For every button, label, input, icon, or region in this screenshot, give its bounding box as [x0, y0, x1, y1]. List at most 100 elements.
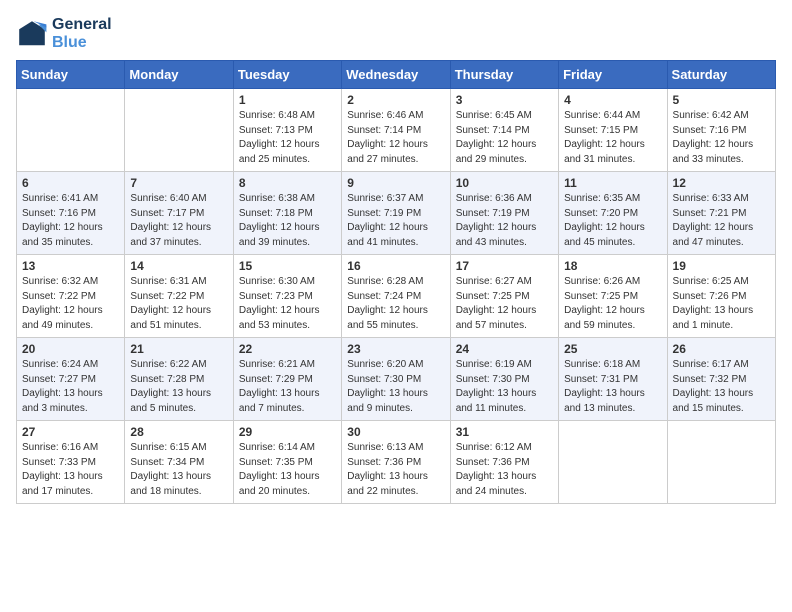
calendar-cell: 12Sunrise: 6:33 AM Sunset: 7:21 PM Dayli… [667, 172, 775, 255]
calendar-week-3: 13 Sunrise: 6:32 AM Sunset: 7:22 PM Dayli… [17, 255, 776, 338]
page-header: General Blue [16, 16, 776, 52]
day-info: Sunrise: 6:36 AM Sunset: 7:19 PM Dayligh… [456, 192, 553, 250]
day-info: Sunrise: 6:18 AM Sunset: 7:31 PM Dayligh… [564, 358, 661, 416]
calendar-cell: 30 Sunrise: 6:13 AM Sunset: 7:36 PM Dayli… [342, 421, 450, 504]
weekday-header-saturday: Saturday [667, 61, 775, 89]
day-number: 20 [22, 342, 119, 356]
day-info: Sunrise: 6:15 AM Sunset: 7:34 PM Dayligh… [130, 441, 227, 499]
day-number: 5 [673, 93, 770, 107]
day-info: Sunrise: 6:35 AM Sunset: 7:20 PM Dayligh… [564, 192, 661, 250]
calendar-cell: 8 Sunrise: 6:38 AM Sunset: 7:18 PM Daylig… [233, 172, 341, 255]
calendar-cell [667, 421, 775, 504]
weekday-header-friday: Friday [559, 61, 667, 89]
calendar-cell: 5 Sunrise: 6:42 AM Sunset: 7:16 PM Daylig… [667, 89, 775, 172]
day-number: 9 [347, 176, 444, 190]
day-number: 19 [673, 259, 770, 273]
day-info: Sunrise: 6:28 AM Sunset: 7:24 PM Dayligh… [347, 275, 444, 333]
calendar-cell: 17 Sunrise: 6:27 AM Sunset: 7:25 PM Dayli… [450, 255, 558, 338]
calendar-cell: 31 Sunrise: 6:12 AM Sunset: 7:36 PM Dayli… [450, 421, 558, 504]
calendar-cell: 1 Sunrise: 6:48 AM Sunset: 7:13 PM Daylig… [233, 89, 341, 172]
calendar-cell: 9 Sunrise: 6:37 AM Sunset: 7:19 PM Daylig… [342, 172, 450, 255]
day-info: Sunrise: 6:14 AM Sunset: 7:35 PM Dayligh… [239, 441, 336, 499]
day-info: Sunrise: 6:30 AM Sunset: 7:23 PM Dayligh… [239, 275, 336, 333]
day-info: Sunrise: 6:12 AM Sunset: 7:36 PM Dayligh… [456, 441, 553, 499]
day-info: Sunrise: 6:40 AM Sunset: 7:17 PM Dayligh… [130, 192, 227, 250]
weekday-header-row: SundayMondayTuesdayWednesdayThursdayFrid… [17, 61, 776, 89]
day-number: 7 [130, 176, 227, 190]
calendar-table: SundayMondayTuesdayWednesdayThursdayFrid… [16, 60, 776, 504]
day-number: 15 [239, 259, 336, 273]
day-info: Sunrise: 6:37 AM Sunset: 7:19 PM Dayligh… [347, 192, 444, 250]
day-info: Sunrise: 6:44 AM Sunset: 7:15 PM Dayligh… [564, 109, 661, 167]
calendar-cell [17, 89, 125, 172]
weekday-header-tuesday: Tuesday [233, 61, 341, 89]
day-number: 3 [456, 93, 553, 107]
day-number: 31 [456, 425, 553, 439]
day-number: 14 [130, 259, 227, 273]
day-number: 27 [22, 425, 119, 439]
calendar-cell: 18 Sunrise: 6:26 AM Sunset: 7:25 PM Dayli… [559, 255, 667, 338]
calendar-cell: 21Sunrise: 6:22 AM Sunset: 7:28 PM Dayli… [125, 338, 233, 421]
calendar-cell: 16 Sunrise: 6:28 AM Sunset: 7:24 PM Dayli… [342, 255, 450, 338]
day-info: Sunrise: 6:26 AM Sunset: 7:25 PM Dayligh… [564, 275, 661, 333]
day-info: Sunrise: 6:19 AM Sunset: 7:30 PM Dayligh… [456, 358, 553, 416]
day-info: Sunrise: 6:42 AM Sunset: 7:16 PM Dayligh… [673, 109, 770, 167]
calendar-cell: 14 Sunrise: 6:31 AM Sunset: 7:22 PM Dayli… [125, 255, 233, 338]
calendar-cell [559, 421, 667, 504]
day-info: Sunrise: 6:20 AM Sunset: 7:30 PM Dayligh… [347, 358, 444, 416]
calendar-cell: 3 Sunrise: 6:45 AM Sunset: 7:14 PM Daylig… [450, 89, 558, 172]
day-info: Sunrise: 6:24 AM Sunset: 7:27 PM Dayligh… [22, 358, 119, 416]
day-info: Sunrise: 6:33 AM Sunset: 7:21 PM Dayligh… [673, 192, 770, 250]
day-number: 25 [564, 342, 661, 356]
calendar-cell: 28 Sunrise: 6:15 AM Sunset: 7:34 PM Dayli… [125, 421, 233, 504]
day-number: 13 [22, 259, 119, 273]
calendar-cell [125, 89, 233, 172]
day-info: Sunrise: 6:27 AM Sunset: 7:25 PM Dayligh… [456, 275, 553, 333]
day-number: 2 [347, 93, 444, 107]
calendar-week-5: 27 Sunrise: 6:16 AM Sunset: 7:33 PM Dayli… [17, 421, 776, 504]
logo: General Blue [16, 16, 112, 52]
calendar-cell: 11Sunrise: 6:35 AM Sunset: 7:20 PM Dayli… [559, 172, 667, 255]
day-number: 22 [239, 342, 336, 356]
weekday-header-monday: Monday [125, 61, 233, 89]
day-info: Sunrise: 6:16 AM Sunset: 7:33 PM Dayligh… [22, 441, 119, 499]
day-info: Sunrise: 6:31 AM Sunset: 7:22 PM Dayligh… [130, 275, 227, 333]
day-info: Sunrise: 6:45 AM Sunset: 7:14 PM Dayligh… [456, 109, 553, 167]
calendar-cell: 13 Sunrise: 6:32 AM Sunset: 7:22 PM Dayli… [17, 255, 125, 338]
calendar-week-2: 6 Sunrise: 6:41 AM Sunset: 7:16 PM Daylig… [17, 172, 776, 255]
calendar-cell: 4Sunrise: 6:44 AM Sunset: 7:15 PM Daylig… [559, 89, 667, 172]
day-number: 28 [130, 425, 227, 439]
calendar-cell: 23Sunrise: 6:20 AM Sunset: 7:30 PM Dayli… [342, 338, 450, 421]
calendar-week-4: 20 Sunrise: 6:24 AM Sunset: 7:27 PM Dayli… [17, 338, 776, 421]
calendar-cell: 15 Sunrise: 6:30 AM Sunset: 7:23 PM Dayli… [233, 255, 341, 338]
day-info: Sunrise: 6:32 AM Sunset: 7:22 PM Dayligh… [22, 275, 119, 333]
day-number: 30 [347, 425, 444, 439]
calendar-week-1: 1 Sunrise: 6:48 AM Sunset: 7:13 PM Daylig… [17, 89, 776, 172]
day-info: Sunrise: 6:46 AM Sunset: 7:14 PM Dayligh… [347, 109, 444, 167]
weekday-header-wednesday: Wednesday [342, 61, 450, 89]
weekday-header-thursday: Thursday [450, 61, 558, 89]
day-number: 17 [456, 259, 553, 273]
day-number: 21 [130, 342, 227, 356]
calendar-cell: 7 Sunrise: 6:40 AM Sunset: 7:17 PM Daylig… [125, 172, 233, 255]
calendar-cell: 10 Sunrise: 6:36 AM Sunset: 7:19 PM Dayli… [450, 172, 558, 255]
day-number: 26 [673, 342, 770, 356]
day-number: 8 [239, 176, 336, 190]
calendar-cell: 25 Sunrise: 6:18 AM Sunset: 7:31 PM Dayli… [559, 338, 667, 421]
calendar-cell: 2 Sunrise: 6:46 AM Sunset: 7:14 PM Daylig… [342, 89, 450, 172]
day-number: 18 [564, 259, 661, 273]
day-number: 1 [239, 93, 336, 107]
day-number: 10 [456, 176, 553, 190]
logo-icon [16, 18, 48, 50]
calendar-cell: 24Sunrise: 6:19 AM Sunset: 7:30 PM Dayli… [450, 338, 558, 421]
day-number: 6 [22, 176, 119, 190]
logo-text: General Blue [52, 16, 112, 52]
day-number: 16 [347, 259, 444, 273]
day-info: Sunrise: 6:48 AM Sunset: 7:13 PM Dayligh… [239, 109, 336, 167]
day-info: Sunrise: 6:13 AM Sunset: 7:36 PM Dayligh… [347, 441, 444, 499]
calendar-cell: 29Sunrise: 6:14 AM Sunset: 7:35 PM Dayli… [233, 421, 341, 504]
day-info: Sunrise: 6:17 AM Sunset: 7:32 PM Dayligh… [673, 358, 770, 416]
calendar-cell: 6 Sunrise: 6:41 AM Sunset: 7:16 PM Daylig… [17, 172, 125, 255]
day-info: Sunrise: 6:38 AM Sunset: 7:18 PM Dayligh… [239, 192, 336, 250]
day-info: Sunrise: 6:41 AM Sunset: 7:16 PM Dayligh… [22, 192, 119, 250]
